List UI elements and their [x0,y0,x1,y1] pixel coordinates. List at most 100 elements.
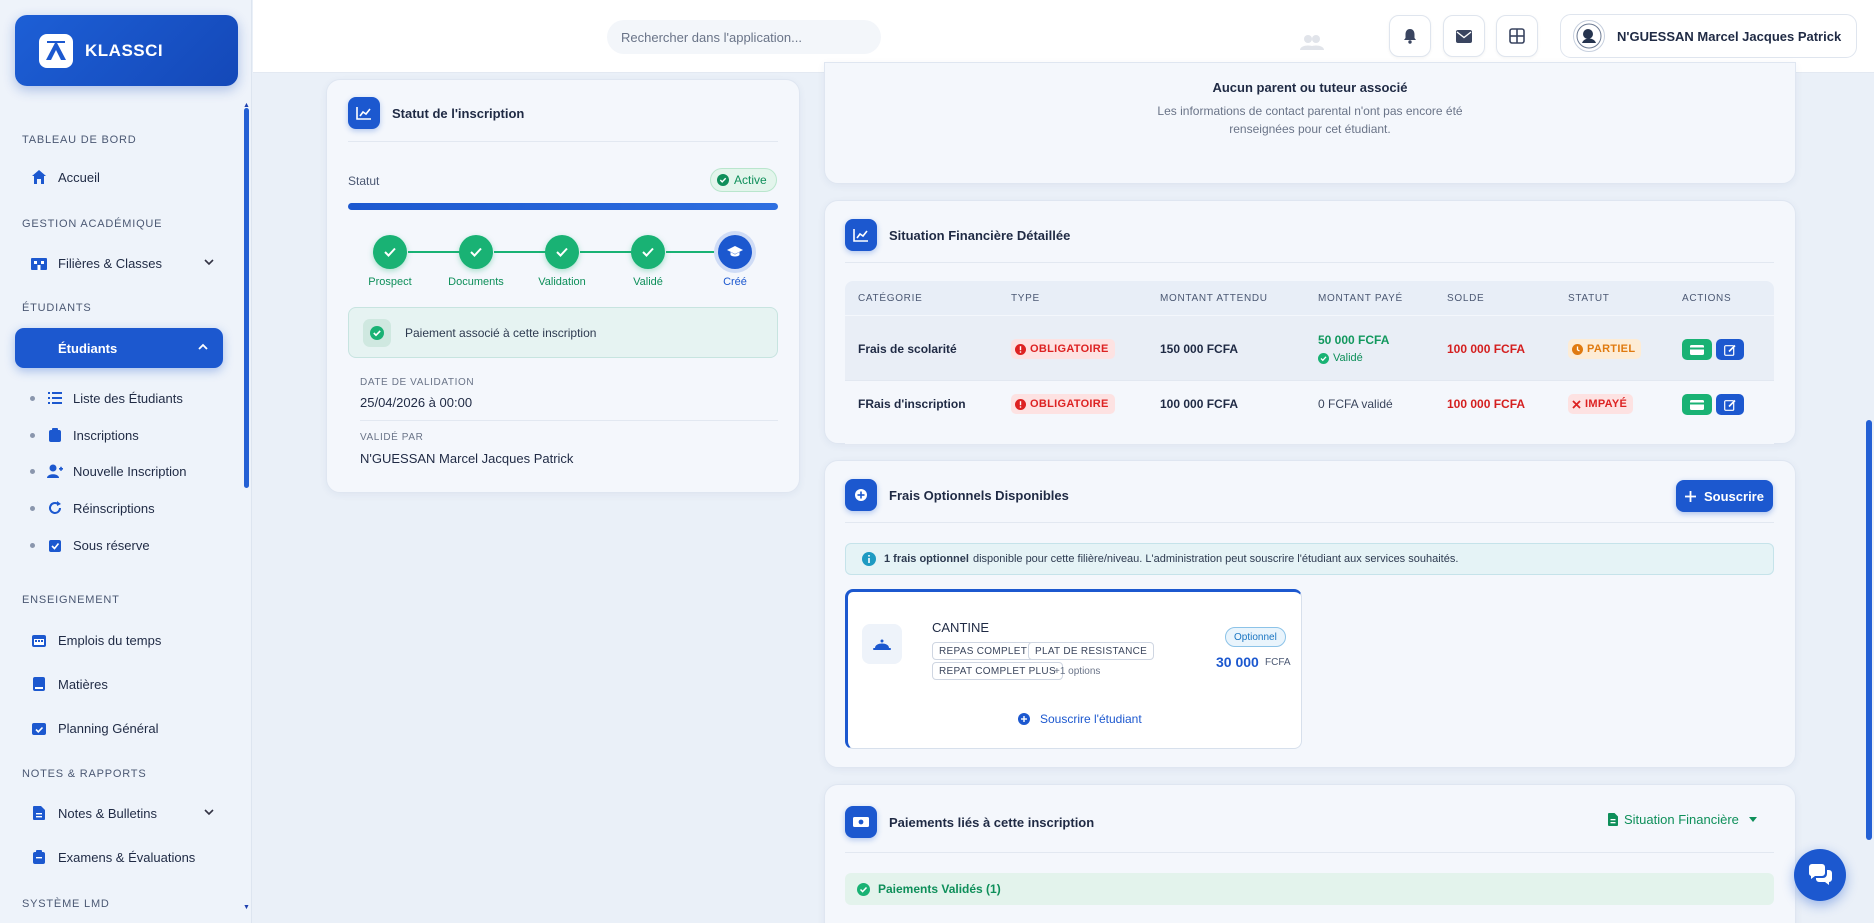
status-badge: Active [710,168,777,192]
section-academic: GESTION ACADÉMIQUE [22,218,163,230]
info-text: disponible pour cette filière/niveau. L'… [972,553,1459,565]
notifications-button[interactable] [1389,15,1431,57]
app-name: KLASSCI [85,40,164,60]
status-badge-text: Active [734,173,767,187]
edit-button[interactable] [1716,339,1744,360]
validation-date-label: DATE DE VALIDATION [360,377,475,388]
sidebar-sub-label: Réinscriptions [73,500,155,516]
avatar [1573,20,1605,52]
validation-date: 25/04/2026 à 00:00 [360,395,473,410]
logo-icon [39,33,73,68]
credit-card-icon [1690,344,1704,355]
status-label: Statut [348,174,380,188]
clipboard-icon [30,848,48,866]
sidebar-item-subjects[interactable]: Matières [30,673,215,695]
sidebar-sub-new[interactable]: Nouvelle Inscription [30,461,186,481]
col-header: MONTANT ATTENDU [1160,293,1268,304]
edit-icon [1724,399,1736,411]
subscribe-student-link[interactable]: Souscrire l'étudiant [1018,712,1142,726]
cell-category: Frais de scolarité [858,342,957,356]
sidebar-item-filieres[interactable]: Filières & Classes [30,252,215,274]
cell-balance: 100 000 FCFA [1447,342,1526,356]
cell-paid: 50 000 FCFA [1318,333,1390,347]
messages-button[interactable] [1443,15,1485,57]
sidebar-sub-reserve[interactable]: Sous réserve [30,535,150,555]
optional-service-card: CANTINE REPAS COMPLET PLAT DE RESISTANCE… [845,589,1302,749]
sidebar-sub-reinscriptions[interactable]: Réinscriptions [30,498,155,518]
status-card-title: Statut de l'inscription [348,97,524,129]
service-tag: REPAT COMPLET PLUS [932,662,1063,680]
clock-icon [1572,343,1583,355]
credit-card-icon [1690,399,1704,410]
user-menu[interactable]: N'GUESSAN Marcel Jacques Patrick [1560,14,1857,58]
check-icon [383,246,397,258]
service-tag: PLAT DE RESISTANCE [1028,642,1155,660]
main-scrollbar[interactable] [1866,420,1872,840]
chart-icon [348,97,380,129]
sidebar-item-label: Emplois du temps [58,632,162,648]
search-input[interactable] [607,20,881,54]
divider [845,262,1774,263]
bullet-dot [30,542,35,548]
step-label: Validation [538,276,586,288]
sidebar: KLASSCI ▲ ▼ TABLEAU DE BORD Accueil GEST… [0,0,252,923]
chat-button[interactable] [1794,849,1846,901]
step-connector [580,251,632,253]
col-header: TYPE [1011,293,1040,304]
check-circle-icon [363,318,391,347]
cell-paid: 0 FCFA validé [1318,397,1393,411]
step-prospect [373,235,407,269]
file-icon [30,804,48,822]
info-bold: 1 frais optionnel [884,553,969,565]
plus-circle-icon [1018,713,1030,725]
sidebar-item-exams[interactable]: Examens & Évaluations [30,846,215,868]
sidebar-sub-list[interactable]: Liste des Étudiants [30,388,183,408]
step-label: Documents [448,276,504,288]
home-icon [30,168,48,186]
sidebar-item-planning[interactable]: Planning Général [30,717,215,739]
bell-icon [1402,28,1418,44]
mail-icon [1456,29,1472,43]
scroll-down-icon[interactable]: ▼ [243,904,250,911]
validated-payments-section[interactable]: Paiements Validés (1) [845,873,1774,905]
service-more: +1 options [1054,666,1101,677]
building-icon [30,254,48,272]
info-icon [862,552,876,566]
card-title-text: Paiements liés à cette inscription [889,814,1095,830]
service-currency: FCFA [1265,657,1291,668]
sidebar-item-home[interactable]: Accueil [30,166,215,188]
status-badge: IMPAYÉ [1568,394,1634,414]
sidebar-sub-inscriptions[interactable]: Inscriptions [30,425,139,445]
chevron-down-icon [203,256,215,268]
finance-card-title: Situation Financière Détaillée [845,219,1070,251]
sidebar-item-bulletins[interactable]: Notes & Bulletins [30,802,215,824]
cell-paid-note: Validé [1318,352,1363,364]
pay-button[interactable] [1682,394,1712,415]
step-label: Prospect [368,276,412,288]
money-icon [845,806,877,838]
apps-button[interactable] [1496,15,1538,57]
table-row [845,380,1774,444]
cloche-icon [873,637,891,651]
user-plus-icon [47,463,63,479]
bullet-dot [30,468,35,474]
users-icon [1300,34,1324,50]
file-icon [1608,813,1618,826]
financial-situation-dropdown[interactable]: Situation Financière [1608,812,1757,827]
pay-button[interactable] [1682,339,1712,360]
sidebar-item-students[interactable]: Étudiants [15,328,223,368]
app-logo[interactable]: KLASSCI [15,15,238,86]
clipboard-check-icon [47,537,63,553]
subscribe-button[interactable]: Souscrire [1676,480,1773,512]
edit-button[interactable] [1716,394,1744,415]
sidebar-item-schedule[interactable]: Emplois du temps [30,629,215,651]
type-badge: OBLIGATOIRE [1011,394,1115,414]
sidebar-sub-label: Liste des Étudiants [73,390,183,406]
cell-balance: 100 000 FCFA [1447,397,1526,411]
step-connector [494,251,546,253]
sidebar-item-label: Planning Général [58,720,159,736]
sidebar-scrollbar[interactable] [244,108,249,488]
section-lmd: SYSTÈME LMD [22,898,110,910]
bullet-dot [30,395,35,401]
sidebar-item-label: Filières & Classes [58,255,163,271]
